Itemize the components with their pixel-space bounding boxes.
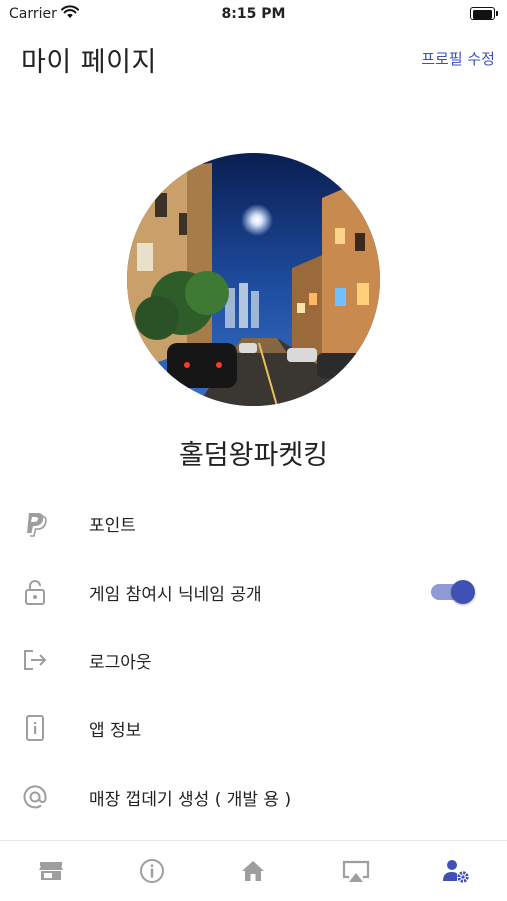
toggle-knob (451, 580, 475, 604)
tab-my-page[interactable] (404, 841, 505, 901)
user-settings-icon (443, 860, 469, 883)
logout-icon (24, 650, 47, 670)
tab-airplay[interactable] (303, 841, 404, 901)
info-icon (140, 859, 164, 883)
menu-item-logout[interactable]: 로그아웃 (0, 632, 507, 688)
tab-home[interactable] (202, 841, 303, 901)
edit-profile-button[interactable]: 프로필 수정 (421, 48, 495, 69)
menu-label-create-store-shell: 매장 껍데기 생성 ( 개발 용 ) (89, 790, 292, 810)
menu-item-nickname-visibility: 게임 참여시 닉네임 공개 (0, 564, 507, 620)
app-info-icon (26, 715, 44, 741)
menu-item-app-info[interactable]: 앱 정보 (0, 700, 507, 756)
status-bar: Carrier 8:15 PM (0, 0, 507, 28)
menu-label-logout: 로그아웃 (89, 653, 152, 673)
store-icon (39, 862, 63, 880)
airplay-icon (342, 860, 370, 882)
tab-store[interactable] (0, 841, 101, 901)
page-title: 마이 페이지 (21, 47, 157, 78)
at-sign-icon (23, 785, 47, 809)
avatar[interactable] (127, 153, 380, 406)
home-icon (242, 861, 264, 881)
menu-label-points: 포인트 (89, 516, 136, 536)
status-time: 8:15 PM (221, 6, 286, 22)
nickname-visibility-toggle[interactable] (431, 580, 475, 604)
bottom-tab-bar (0, 840, 507, 901)
menu-label-app-info: 앱 정보 (89, 721, 142, 741)
menu-label-nickname-visibility: 게임 참여시 닉네임 공개 (89, 585, 262, 605)
paypal-icon (27, 513, 47, 537)
menu-item-points[interactable]: 포인트 (0, 495, 507, 551)
nickname: 홀덤왕파켓킹 (178, 440, 329, 471)
battery-icon (470, 7, 498, 20)
menu-item-create-store-shell[interactable]: 매장 껍데기 생성 ( 개발 용 ) (0, 769, 507, 825)
tab-info[interactable] (101, 841, 202, 901)
lock-open-icon (25, 580, 45, 605)
avatar-photo (127, 153, 380, 406)
